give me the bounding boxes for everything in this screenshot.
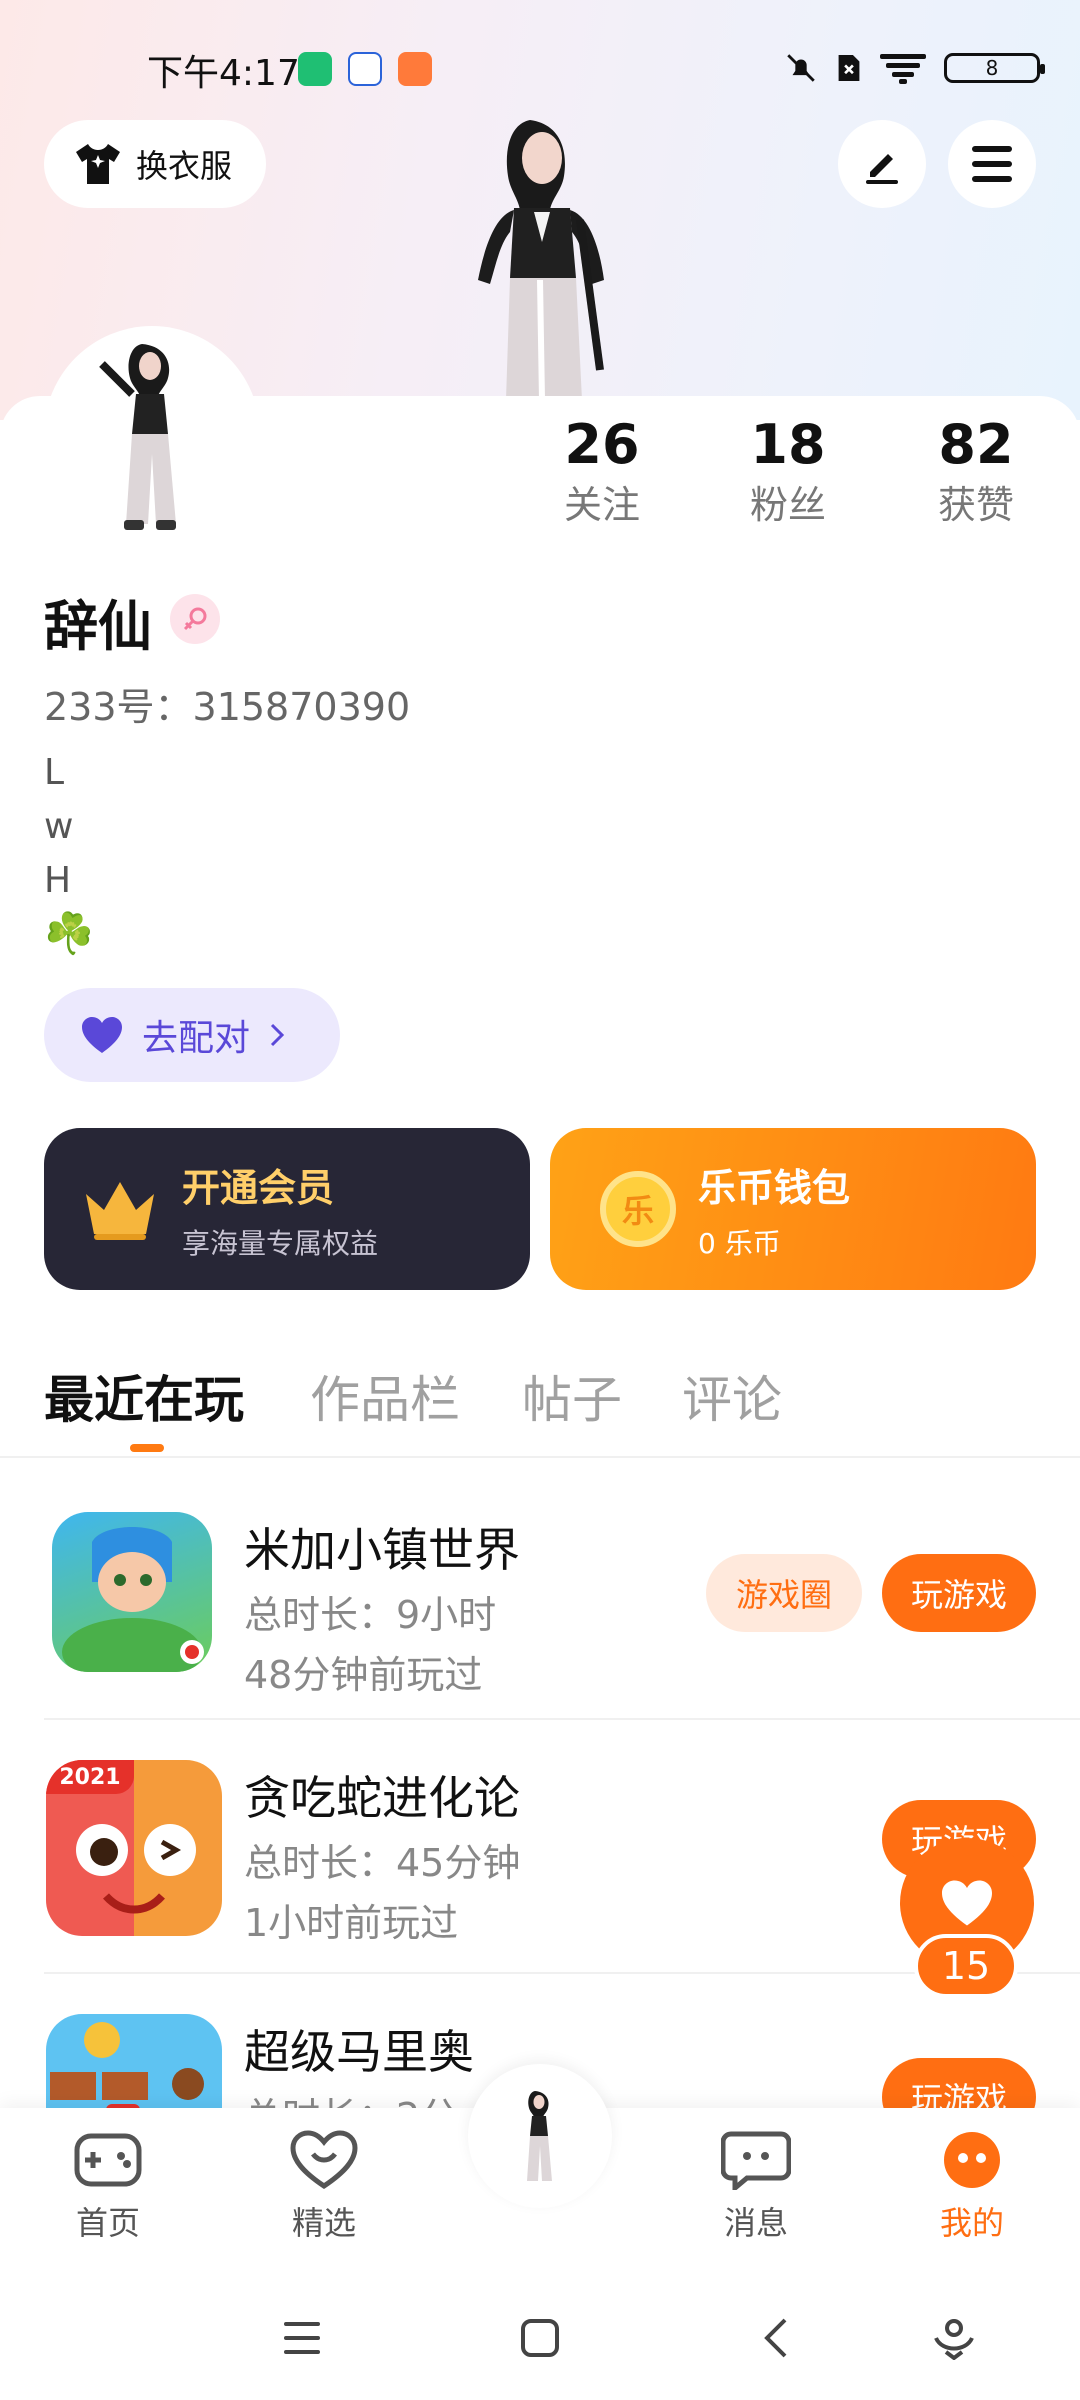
nav-home-label: 首页 (75, 2204, 140, 2242)
coin-icon: 乐 (600, 1171, 676, 1247)
avatar-3d-figure (478, 120, 604, 400)
tab-works[interactable]: 作品栏 (310, 1360, 460, 1432)
avatar-figure-image (527, 2091, 552, 2181)
change-outfit-button[interactable]: 换衣服 (44, 120, 267, 208)
assistant-system-button[interactable] (924, 2308, 984, 2368)
nav-featured[interactable]: 精选 (254, 2130, 394, 2244)
avatar-figure-image (99, 344, 176, 530)
face-icon (944, 2132, 1000, 2188)
game-name: 米加小镇世界 (244, 1523, 520, 1577)
nav-mine[interactable]: 我的 (902, 2130, 1042, 2244)
game-name: 贪吃蛇进化论 (244, 1771, 520, 1825)
heart-icon (942, 1880, 992, 1926)
nav-featured-label: 精选 (291, 2204, 356, 2242)
match-button-label: 去配对 (142, 1018, 251, 1059)
active-tab-indicator (130, 1444, 164, 1452)
heart-icon (82, 1017, 122, 1053)
menu-lines-icon (284, 2322, 320, 2354)
stat-followers[interactable]: 18 粉丝 (698, 410, 878, 530)
bio-line: w (44, 806, 74, 847)
stat-likes[interactable]: 82 获赞 (886, 410, 1066, 530)
vip-card-subtitle: 享海量专属权益 (182, 1226, 379, 1260)
floating-like-count: 15 (914, 1934, 1018, 1998)
sim-icon (838, 55, 860, 81)
tab-recently-played[interactable]: 最近在玩 (44, 1360, 244, 1432)
wifi-icon (880, 54, 926, 84)
hamburger-icon (972, 146, 1012, 182)
chevron-right-icon (270, 1023, 285, 1047)
battery-level: 8 (985, 56, 999, 80)
crown-icon (86, 1182, 154, 1240)
recent-apps-button[interactable] (272, 2308, 332, 2368)
nav-center-avatar[interactable] (468, 2064, 612, 2208)
pencil-icon (866, 154, 898, 184)
bottom-navigation: 首页 精选 消息 我的 (0, 2064, 1080, 2268)
wallet-card-subtitle: 0 乐币 (698, 1226, 781, 1260)
game-icon-miga (52, 1512, 212, 1672)
change-outfit-label: 换衣服 (136, 147, 233, 185)
coin-icon-glyph: 乐 (621, 1192, 654, 1230)
home-system-button[interactable] (510, 2308, 570, 2368)
stat-following-label: 关注 (563, 483, 640, 527)
game-row[interactable]: 米加小镇世界 总时长：9小时 48分钟前玩过 游戏圈 玩游戏 (0, 1512, 1080, 1762)
bio-clover-emoji: ☘️ (44, 911, 94, 957)
nav-home[interactable]: 首页 (38, 2130, 178, 2244)
game-last-played: 1小时前玩过 (244, 1901, 459, 1945)
wallet-card-title: 乐币钱包 (698, 1165, 851, 1210)
profile-avatar[interactable] (44, 326, 260, 542)
square-icon (521, 2319, 559, 2357)
female-gender-icon (170, 594, 220, 644)
game-last-played: 48分钟前玩过 (244, 1653, 483, 1697)
stat-following-value: 26 (564, 413, 640, 476)
back-arrow-icon (764, 2318, 787, 2358)
tab-posts[interactable]: 帖子 (522, 1360, 622, 1432)
tabs-divider (0, 1456, 1080, 1458)
battery-indicator: 8 (944, 53, 1045, 83)
game-icon-snake: 2021 (46, 1760, 222, 1936)
profile-tabs: 最近在玩 作品栏 帖子 评论 (0, 1360, 1080, 1450)
match-button[interactable]: 去配对 (44, 988, 340, 1082)
edit-profile-button[interactable] (838, 120, 926, 208)
assistant-icon (934, 2319, 974, 2360)
app-notification-icon (298, 52, 332, 86)
user-id: 233号：315870390 (44, 685, 411, 729)
username: 辞仙 (44, 595, 152, 658)
game-name: 超级马里奥 (244, 2025, 474, 2079)
bio-line: L (44, 752, 65, 793)
stat-following[interactable]: 26 关注 (512, 410, 692, 530)
chat-icon (720, 2131, 792, 2194)
mute-bell-icon (787, 54, 815, 82)
game-duration: 总时长：9小时 (244, 1593, 497, 1637)
menu-button[interactable] (948, 120, 1036, 208)
shop-notification-icon (398, 52, 432, 86)
gamepad-icon (74, 2133, 142, 2187)
game-circle-button[interactable]: 游戏圈 (706, 1554, 862, 1632)
shirt-icon (76, 144, 120, 184)
tab-comments[interactable]: 评论 (682, 1360, 782, 1432)
back-system-button[interactable] (746, 2308, 806, 2368)
system-navigation-bar (0, 2268, 1080, 2400)
heart-outline-icon (290, 2130, 358, 2190)
status-time: 下午4:17 (147, 53, 300, 94)
row-divider (44, 1718, 1080, 1720)
baidu-notification-icon (348, 52, 382, 86)
nav-messages[interactable]: 消息 (686, 2130, 826, 2244)
vip-card[interactable]: 开通会员 享海量专属权益 (44, 1128, 530, 1290)
status-right-icons: 8 (784, 48, 1045, 88)
nav-messages-label: 消息 (723, 2204, 788, 2242)
stat-followers-value: 18 (750, 413, 826, 476)
stat-followers-label: 粉丝 (749, 483, 826, 527)
stat-likes-value: 82 (938, 413, 1014, 476)
game-duration: 总时长：45分钟 (244, 1841, 521, 1885)
stat-likes-label: 获赞 (937, 483, 1014, 527)
wallet-card[interactable]: 乐 乐币钱包 0 乐币 (550, 1128, 1036, 1290)
nav-mine-label: 我的 (939, 2204, 1004, 2242)
play-game-button[interactable]: 玩游戏 (882, 1554, 1036, 1632)
bio-line: H (44, 860, 72, 901)
vip-card-title: 开通会员 (182, 1165, 335, 1210)
